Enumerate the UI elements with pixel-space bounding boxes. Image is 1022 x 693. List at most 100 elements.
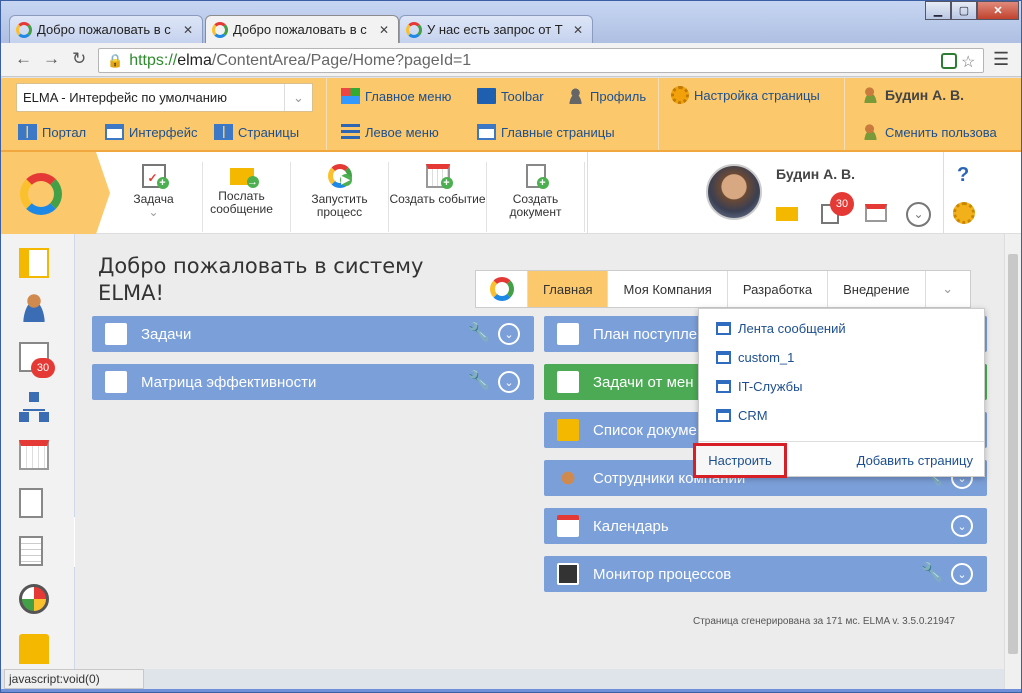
- page-settings-link[interactable]: Настройка страницы: [671, 86, 820, 104]
- dropdown-item-custom1[interactable]: custom_1: [716, 350, 794, 365]
- interface-select[interactable]: ELMA - Интерфейс по умолчанию ⌄: [16, 83, 313, 112]
- mail-icon: →: [229, 168, 259, 188]
- dropdown-item-crm[interactable]: CRM: [716, 408, 768, 423]
- tab-main[interactable]: Главная: [528, 271, 609, 307]
- employees-icon: [557, 467, 579, 489]
- url-scheme: https://: [129, 51, 178, 69]
- document-icon: +: [525, 164, 549, 189]
- settings-gear-icon[interactable]: [953, 202, 975, 224]
- window-bottom-border: [1, 689, 1021, 692]
- portlet-process-monitor[interactable]: Монитор процессов 🔧 ⌄: [544, 556, 987, 592]
- tab-title: Добро пожаловать в с: [37, 22, 171, 37]
- calendar-icon[interactable]: [19, 440, 49, 470]
- browser-toolbar: ← → ↻ 🔒 https:// elma /ContentArea/Page/…: [1, 43, 1021, 77]
- left-menu-link[interactable]: Левое меню: [341, 124, 439, 140]
- address-bar[interactable]: 🔒 https:// elma /ContentArea/Page/Home?p…: [98, 48, 984, 73]
- portlet-efficiency-matrix[interactable]: Матрица эффективности 🔧 ⌄: [92, 364, 534, 400]
- process-icon: ▶: [327, 164, 352, 188]
- send-message-button[interactable]: → Послать сообщение: [193, 162, 291, 232]
- pages-link[interactable]: Страницы: [214, 124, 299, 140]
- org-structure-icon[interactable]: [19, 392, 49, 422]
- forward-icon[interactable]: →: [43, 49, 60, 69]
- calendar-icon[interactable]: [865, 204, 887, 222]
- portlet-calendar[interactable]: Календарь ⌄: [544, 508, 987, 544]
- portal-link[interactable]: Портал: [18, 124, 86, 140]
- sidebar-tasks-badge: 30: [31, 358, 55, 378]
- page-title: Добро пожаловать в систему ELMA!: [98, 254, 424, 305]
- elma-top-panel: ELMA - Интерфейс по умолчанию ⌄ Портал И…: [1, 78, 1021, 152]
- reload-icon[interactable]: ↻: [72, 49, 86, 69]
- tab-implementation[interactable]: Внедрение: [828, 271, 926, 307]
- menu-icon[interactable]: ☰: [993, 49, 1009, 70]
- toolbar-link[interactable]: Toolbar: [477, 88, 544, 104]
- url-host: elma: [177, 51, 212, 69]
- interface-link[interactable]: Интерфейс: [105, 124, 197, 140]
- configure-button[interactable]: Настроить: [693, 443, 787, 478]
- vertical-scrollbar[interactable]: [1004, 234, 1021, 689]
- maximize-button[interactable]: ▢: [951, 1, 977, 20]
- chevron-down-icon[interactable]: ⌄: [906, 202, 931, 227]
- chevron-down-icon[interactable]: ⌄: [951, 563, 973, 585]
- tab-home-logo[interactable]: [476, 271, 528, 307]
- scrollbar-thumb[interactable]: [1008, 254, 1018, 654]
- processes-icon[interactable]: [19, 488, 43, 518]
- new-task-button[interactable]: ✓ + Задача ⌄: [105, 162, 203, 232]
- create-event-button[interactable]: + Создать событие: [389, 162, 487, 232]
- gear-icon: [671, 86, 689, 104]
- add-page-link[interactable]: Добавить страницу: [857, 453, 973, 468]
- close-tab-icon[interactable]: ✕: [573, 23, 583, 37]
- document-icon: [557, 323, 579, 345]
- page-icon: [716, 380, 731, 393]
- browser-tab-active[interactable]: Добро пожаловать в с ✕: [205, 15, 399, 43]
- portal-icon: [18, 124, 37, 140]
- elma-header: ✓ + Задача ⌄ → Послать сообщение ▶ Запусти…: [1, 152, 1021, 234]
- portlet-tasks[interactable]: Задачи 🔧 ⌄: [92, 316, 534, 352]
- documents-icon[interactable]: [19, 536, 43, 566]
- create-document-button[interactable]: + Создать документ: [487, 162, 585, 232]
- kpi-gauge-icon[interactable]: [19, 584, 49, 614]
- tabs-more-chevron-icon[interactable]: ⌄: [926, 271, 970, 307]
- back-icon[interactable]: ←: [15, 49, 32, 69]
- tab-my-company[interactable]: Моя Компания: [608, 271, 728, 307]
- dropdown-item-feed[interactable]: Лента сообщений: [716, 321, 846, 336]
- dropdown-item-it-services[interactable]: IT-Службы: [716, 379, 802, 394]
- avatar[interactable]: [706, 164, 762, 220]
- help-icon[interactable]: ?: [957, 164, 969, 187]
- close-window-button[interactable]: ✕: [977, 1, 1019, 20]
- wrench-icon[interactable]: 🔧: [468, 370, 490, 391]
- mail-icon[interactable]: [776, 207, 798, 221]
- folder-icon: [557, 419, 579, 441]
- chevron-down-icon[interactable]: ⌄: [284, 84, 312, 111]
- chevron-down-icon[interactable]: ⌄: [498, 371, 520, 393]
- messages-icon[interactable]: [19, 248, 49, 278]
- profile-link[interactable]: Профиль: [566, 88, 646, 104]
- close-tab-icon[interactable]: ✕: [183, 23, 193, 37]
- change-user-link[interactable]: Сменить пользова: [861, 124, 997, 140]
- page-icon: [716, 351, 731, 364]
- elma-logo-tab[interactable]: [1, 152, 110, 234]
- main-menu-link[interactable]: Главное меню: [341, 88, 451, 104]
- chevron-down-icon[interactable]: ⌄: [148, 205, 158, 219]
- extension-icon[interactable]: [941, 53, 957, 69]
- bookmark-star-icon[interactable]: ☆: [961, 52, 975, 72]
- main-pages-link[interactable]: Главные страницы: [477, 124, 615, 140]
- folder-icon[interactable]: [19, 634, 49, 664]
- wrench-icon[interactable]: 🔧: [921, 562, 943, 583]
- wrench-icon[interactable]: 🔧: [468, 322, 490, 343]
- chevron-down-icon[interactable]: ⌄: [951, 515, 973, 537]
- main-menu-icon: [341, 88, 360, 104]
- menus-section: Главное меню Toolbar Профиль Левое меню …: [327, 78, 659, 150]
- task-icon: ✓ +: [141, 164, 169, 189]
- elma-logo-icon: [489, 277, 514, 301]
- browser-tab[interactable]: Добро пожаловать в с ✕: [9, 15, 203, 43]
- tabs-dropdown-menu: Лента сообщений custom_1 IT-Службы CRM Н…: [693, 308, 985, 478]
- employees-icon[interactable]: [19, 292, 49, 322]
- tab-development[interactable]: Разработка: [728, 271, 829, 307]
- user-link[interactable]: Будин А. В.: [861, 87, 964, 103]
- browser-tab[interactable]: У нас есть запрос от Т ✕: [399, 15, 593, 43]
- close-tab-icon[interactable]: ✕: [379, 23, 389, 37]
- page-icon: [716, 322, 731, 335]
- minimize-button[interactable]: ▁: [925, 1, 951, 20]
- chevron-down-icon[interactable]: ⌄: [498, 323, 520, 345]
- start-process-button[interactable]: ▶ Запустить процесс: [291, 162, 389, 232]
